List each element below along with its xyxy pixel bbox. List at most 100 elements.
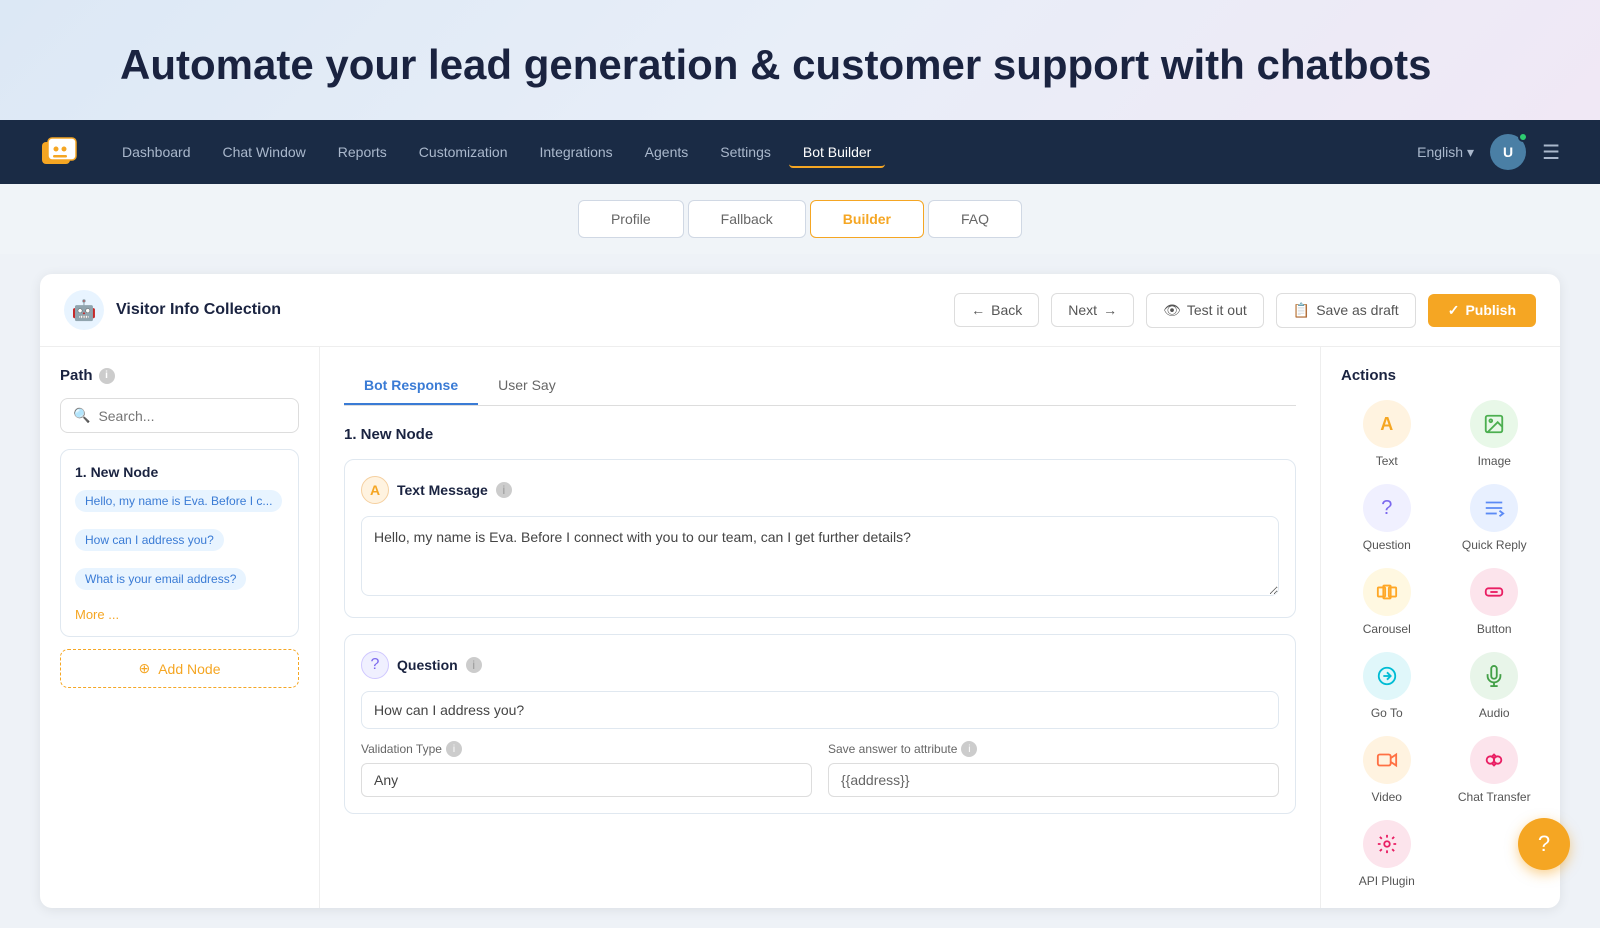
tab-faq[interactable]: FAQ [928,200,1022,238]
save-draft-button[interactable]: 📋 Save as draft [1276,293,1416,328]
search-box[interactable]: 🔍 [60,398,299,433]
audio-action-icon [1470,652,1518,700]
tab-fallback[interactable]: Fallback [688,200,806,238]
add-node-button[interactable]: ⊕ Add Node [60,649,299,688]
sub-tabs: Profile Fallback Builder FAQ [0,184,1600,254]
fab-help-button[interactable]: ? [1518,818,1570,870]
text-message-textarea[interactable]: Hello, my name is Eva. Before I connect … [361,516,1279,596]
action-button-label: Button [1477,622,1512,636]
path-info-icon: i [99,368,115,384]
left-panel-path: Path i 🔍 1. New Node Hello, my name is E… [40,347,320,908]
node-tag-row-0: Hello, my name is Eva. Before I c... [75,490,284,523]
tab-user-say[interactable]: User Say [478,367,576,405]
bot-actions: ← Back Next → 👁 Test it out 📋 Save as dr… [954,293,1536,328]
more-link[interactable]: More ... [75,607,284,622]
avatar-online-badge [1518,132,1528,142]
tab-profile[interactable]: Profile [578,200,684,238]
search-input[interactable] [98,408,286,424]
test-button[interactable]: 👁 Test it out [1146,293,1264,328]
path-title: Path i [60,367,299,384]
action-quickreply[interactable]: Quick Reply [1449,484,1541,552]
bot-icon: 🤖 [64,290,104,330]
goto-action-icon [1363,652,1411,700]
action-carousel-label: Carousel [1363,622,1411,636]
action-goto[interactable]: Go To [1341,652,1433,720]
hero-title: Automate your lead generation & customer… [120,40,1480,90]
nav-reports[interactable]: Reports [324,136,401,168]
nav-settings[interactable]: Settings [706,136,785,168]
save-answer-label: Save answer to attribute i [828,741,1279,757]
draft-icon: 📋 [1293,302,1310,319]
question-block: ? Question i Validation Type i [344,634,1296,814]
tab-bot-response[interactable]: Bot Response [344,367,478,405]
quickreply-action-icon [1470,484,1518,532]
right-panel-actions: Actions A Text [1320,347,1560,908]
question-info-icon: i [466,657,482,673]
action-audio[interactable]: Audio [1449,652,1541,720]
nav-chatwindow[interactable]: Chat Window [209,136,320,168]
node-tag-0: Hello, my name is Eva. Before I c... [75,490,282,512]
language-selector[interactable]: English ▾ [1417,144,1474,161]
text-message-label: Text Message [397,482,488,498]
action-video-label: Video [1372,790,1402,804]
text-message-icon: A [361,476,389,504]
save-info-icon: i [961,741,977,757]
node-tag-row-1: How can I address you? [75,529,284,562]
node-card: 1. New Node Hello, my name is Eva. Befor… [60,449,299,637]
action-text[interactable]: A Text [1341,400,1433,468]
bot-header: 🤖 Visitor Info Collection ← Back Next → … [40,274,1560,347]
action-chattransfer[interactable]: Chat Transfer [1449,736,1541,804]
nav-dashboard[interactable]: Dashboard [108,136,205,168]
navbar: Dashboard Chat Window Reports Customizat… [0,120,1600,184]
action-text-label: Text [1376,454,1398,468]
node-tag-2: What is your email address? [75,568,246,590]
button-action-icon [1470,568,1518,616]
save-answer-group: Save answer to attribute i [828,741,1279,797]
next-button[interactable]: Next → [1051,293,1134,327]
action-apiplugin[interactable]: API Plugin [1341,820,1433,888]
question-action-icon: ? [1363,484,1411,532]
text-message-header: A Text Message i [361,476,1279,504]
actions-grid: A Text Image [1341,400,1540,888]
question-label: Question [397,657,458,673]
three-col-layout: Path i 🔍 1. New Node Hello, my name is E… [40,347,1560,908]
chattransfer-action-icon [1470,736,1518,784]
action-image[interactable]: Image [1449,400,1541,468]
save-answer-input[interactable] [828,763,1279,797]
back-button[interactable]: ← Back [954,293,1039,327]
main-content: 🤖 Visitor Info Collection ← Back Next → … [0,254,1600,928]
eye-icon: 👁 [1163,302,1181,319]
validation-info-icon: i [446,741,462,757]
avatar[interactable]: U [1490,134,1526,170]
nav-items: Dashboard Chat Window Reports Customizat… [108,136,1417,168]
nav-agents[interactable]: Agents [631,136,703,168]
nav-integrations[interactable]: Integrations [526,136,627,168]
node-section-title: 1. New Node [344,426,1296,443]
content-card: 🤖 Visitor Info Collection ← Back Next → … [40,274,1560,908]
plus-icon: ⊕ [138,660,150,677]
action-button[interactable]: Button [1449,568,1541,636]
text-message-info-icon: i [496,482,512,498]
actions-title: Actions [1341,367,1540,384]
action-carousel[interactable]: Carousel [1341,568,1433,636]
hamburger-icon[interactable]: ☰ [1542,140,1560,165]
question-icon: ? [361,651,389,679]
next-arrow-icon: → [1103,302,1117,318]
nav-right: English ▾ U ☰ [1417,134,1560,170]
nav-botbuilder[interactable]: Bot Builder [789,136,885,168]
action-chattransfer-label: Chat Transfer [1458,790,1531,804]
nav-logo [40,134,84,170]
validation-type-select[interactable]: Any [361,763,812,797]
hero-section: Automate your lead generation & customer… [0,0,1600,120]
publish-button[interactable]: ✓ Publish [1428,294,1536,327]
action-video[interactable]: Video [1341,736,1433,804]
video-action-icon [1363,736,1411,784]
action-apiplugin-label: API Plugin [1359,874,1415,888]
tab-builder[interactable]: Builder [810,200,924,238]
nav-customization[interactable]: Customization [405,136,522,168]
node-tag-1: How can I address you? [75,529,224,551]
response-tabs: Bot Response User Say [344,367,1296,406]
check-icon: ✓ [1448,302,1460,319]
question-input[interactable] [361,691,1279,729]
action-question[interactable]: ? Question [1341,484,1433,552]
